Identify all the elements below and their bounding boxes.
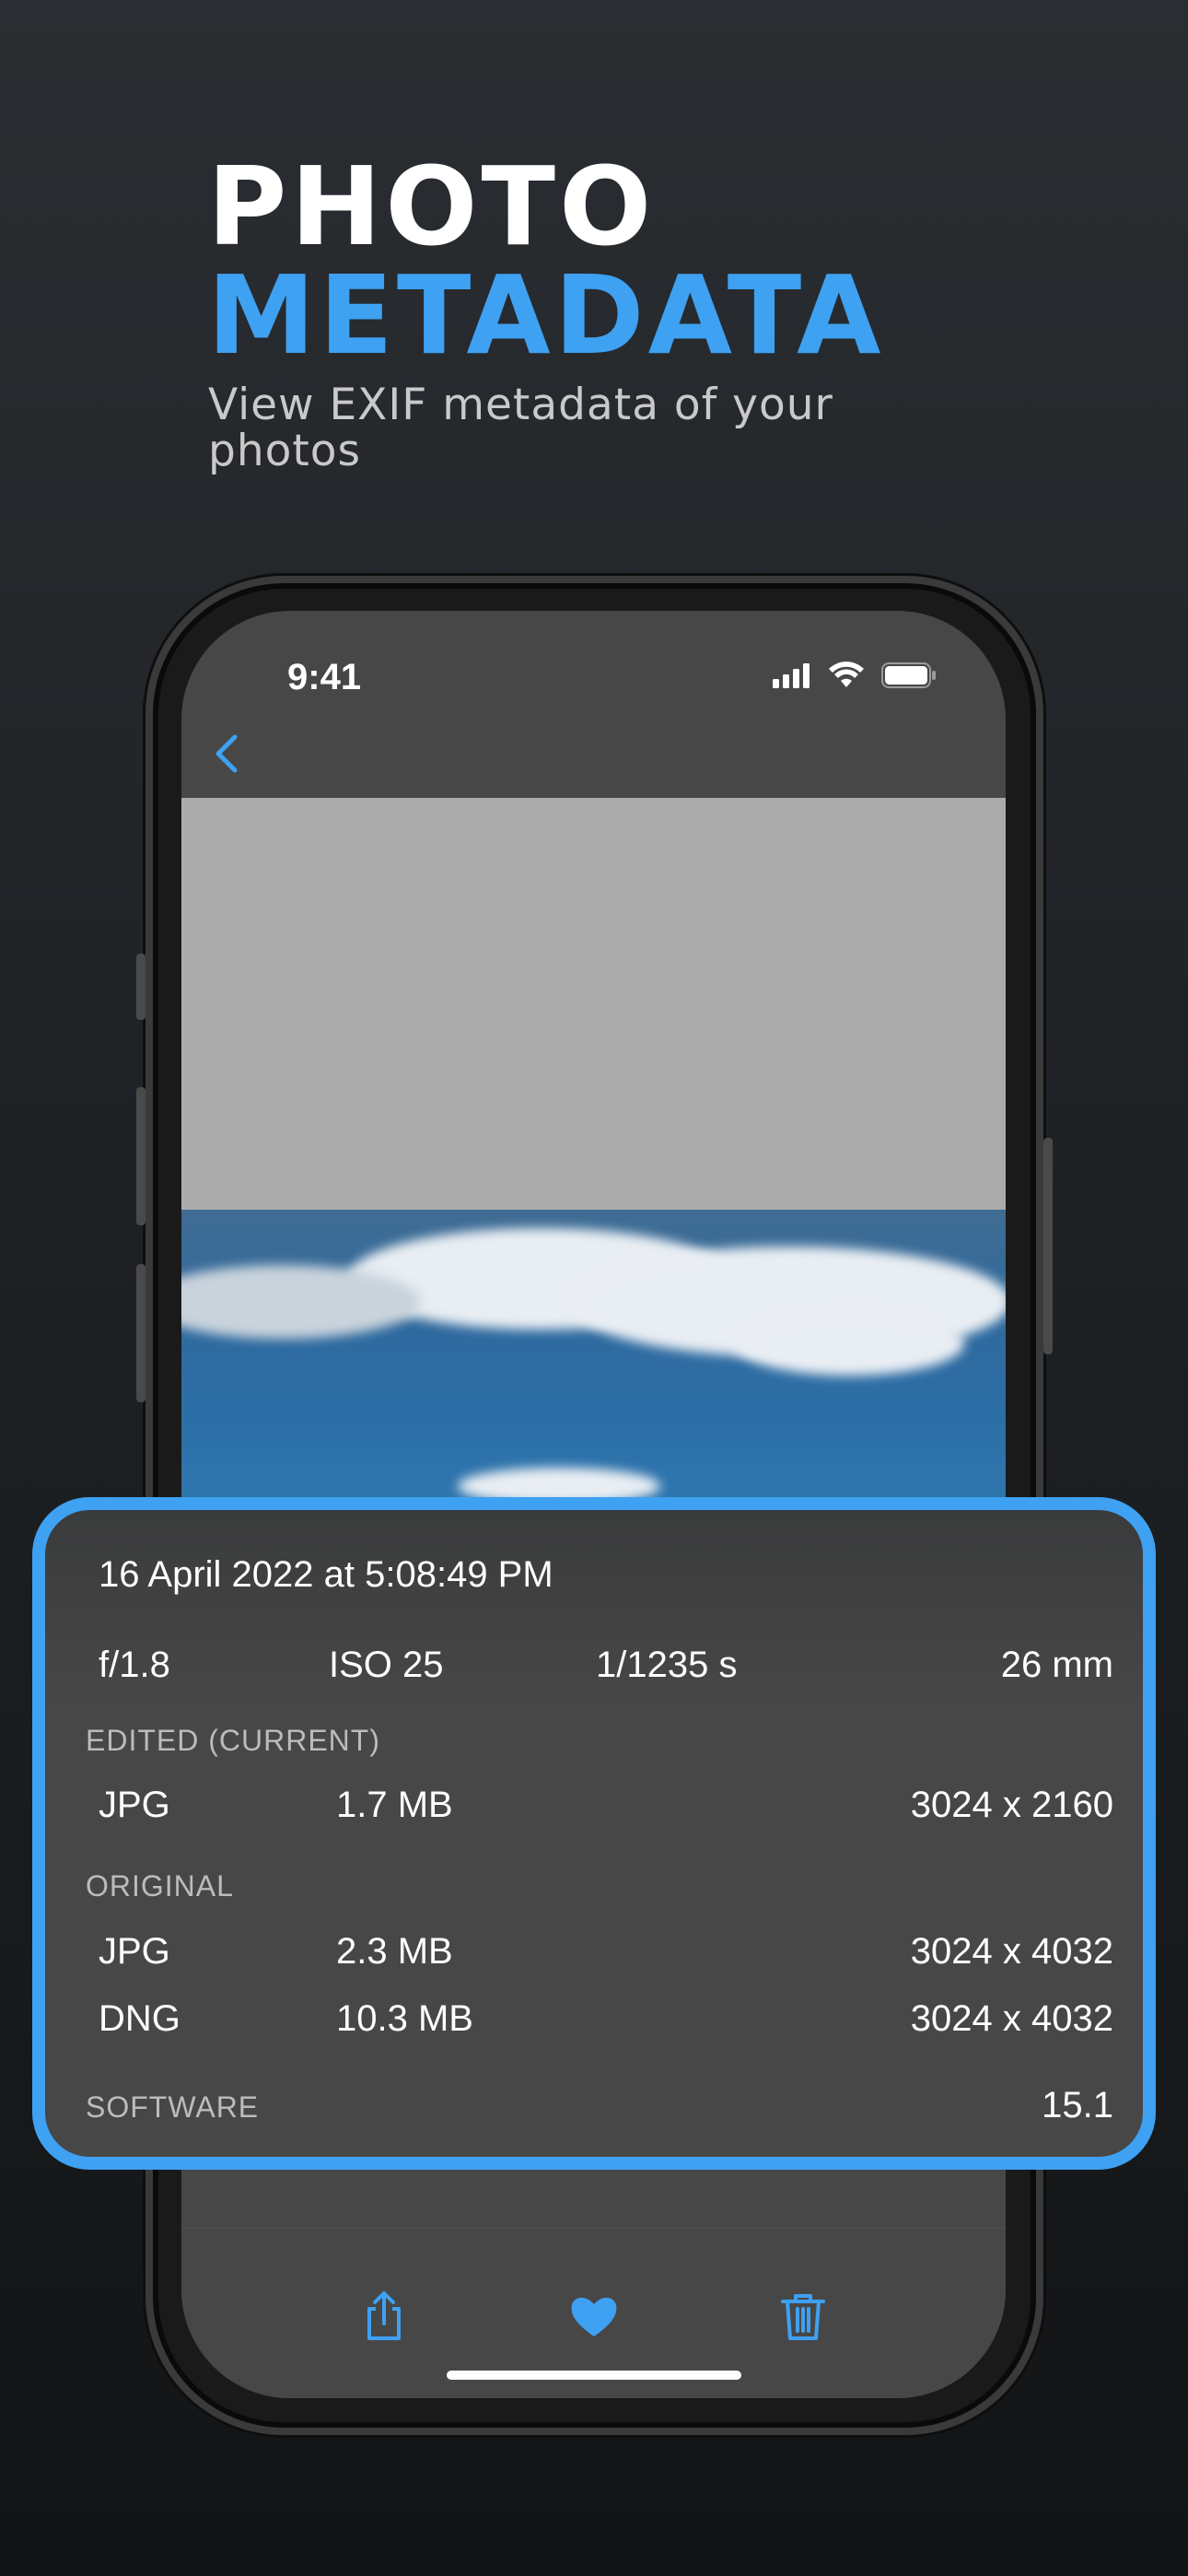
cellular-signal-icon [773, 663, 809, 688]
wifi-icon [829, 662, 864, 687]
metadata-card: 16 April 2022 at 5:08:49 PM f/1.8 ISO 25… [32, 1497, 1156, 2170]
original-file-row: JPG 2.3 MB 3024 x 4032 [99, 1931, 1113, 1977]
delete-button[interactable] [775, 2289, 831, 2344]
file-format: DNG [99, 1998, 181, 2039]
status-icons [773, 662, 937, 689]
status-bar: 9:41 [181, 611, 1006, 773]
file-size: 10.3 MB [336, 1998, 473, 2039]
favorite-button[interactable] [566, 2289, 622, 2344]
software-version: 15.1 [1042, 2085, 1113, 2125]
file-size: 1.7 MB [336, 1785, 453, 1825]
iso-value: ISO 25 [329, 1645, 444, 1685]
software-row: 15.1 [99, 2085, 1113, 2131]
chevron-left-icon [215, 734, 238, 773]
home-indicator[interactable] [447, 2371, 741, 2380]
back-button[interactable] [200, 726, 255, 781]
share-button[interactable] [356, 2289, 412, 2344]
headline-line-2: METADATA [207, 252, 885, 379]
trash-icon [781, 2294, 825, 2340]
battery-icon [881, 662, 936, 688]
promo-subtitle: View EXIF metadata of your photos [208, 380, 833, 476]
file-size: 2.3 MB [336, 1931, 453, 1972]
phone-power-button [1043, 1138, 1053, 1354]
photo-letterbox [181, 798, 1006, 1212]
file-dimensions: 3024 x 4032 [910, 1931, 1113, 1972]
promo-headline: PHOTO METADATA [207, 152, 884, 369]
heart-icon [571, 2297, 617, 2336]
original-section-header: ORIGINAL [86, 1869, 234, 1903]
phone-volume-down [136, 1264, 146, 1402]
phone-side-button [136, 954, 146, 1020]
photo-preview[interactable] [181, 1210, 1006, 1514]
focal-length-value: 26 mm [1000, 1645, 1113, 1685]
file-dimensions: 3024 x 2160 [910, 1785, 1113, 1825]
original-file-row: DNG 10.3 MB 3024 x 4032 [99, 1998, 1113, 2044]
phone-volume-up [136, 1087, 146, 1225]
capture-date: 16 April 2022 at 5:08:49 PM [99, 1554, 553, 1595]
status-time: 9:41 [287, 657, 362, 697]
edited-section-header: EDITED (CURRENT) [86, 1724, 380, 1757]
file-format: JPG [99, 1785, 170, 1825]
headline-line-1: PHOTO [207, 143, 656, 270]
shutter-value: 1/1235 s [596, 1645, 738, 1685]
edited-file-row: JPG 1.7 MB 3024 x 2160 [99, 1785, 1113, 1831]
share-icon [367, 2291, 401, 2340]
file-dimensions: 3024 x 4032 [910, 1998, 1113, 2039]
bottom-toolbar [181, 2228, 1006, 2398]
aperture-value: f/1.8 [99, 1645, 170, 1685]
exposure-row: f/1.8 ISO 25 1/1235 s 26 mm [99, 1645, 1113, 1691]
file-format: JPG [99, 1931, 170, 1972]
